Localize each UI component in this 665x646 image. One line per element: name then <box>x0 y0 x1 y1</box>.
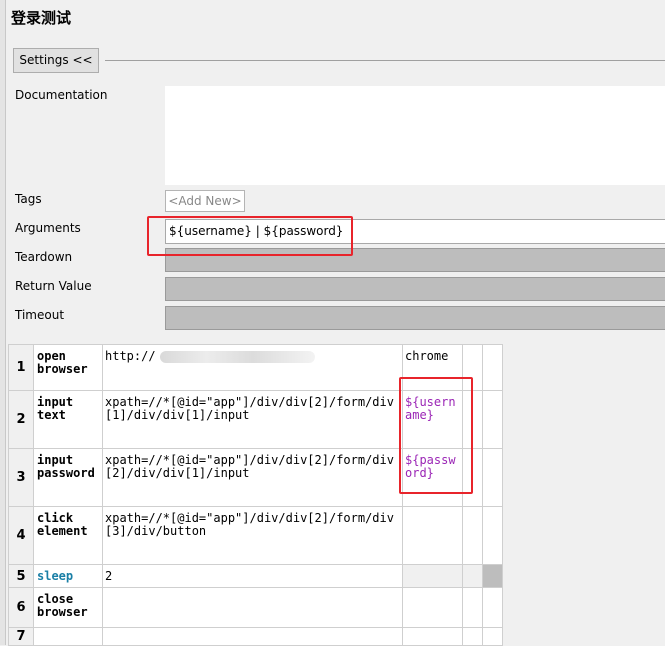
empty-cell[interactable] <box>482 448 503 507</box>
argument-cell[interactable] <box>402 587 463 628</box>
empty-cell[interactable] <box>482 506 503 565</box>
timeout-field[interactable] <box>165 306 665 330</box>
redacted-url <box>159 350 315 363</box>
argument-cell[interactable] <box>102 587 403 628</box>
keyword-cell[interactable]: input password <box>33 448 103 507</box>
page-title: 登录测试 <box>11 9 72 27</box>
keyword-cell[interactable]: click element <box>33 506 103 565</box>
argument-cell[interactable] <box>102 627 403 646</box>
empty-cell[interactable] <box>482 390 503 449</box>
settings-toggle-button[interactable]: Settings << <box>13 48 99 73</box>
argument-cell[interactable] <box>402 627 463 646</box>
return-value-label: Return Value <box>15 279 92 293</box>
teardown-field[interactable] <box>165 248 665 272</box>
empty-cell[interactable] <box>462 344 483 391</box>
argument-cell[interactable]: xpath=//*[@id="app"]/div/div[2]/form/div… <box>102 390 403 449</box>
argument-cell[interactable]: chrome <box>402 344 463 391</box>
settings-divider <box>105 60 665 61</box>
keyword-cell[interactable]: close browser <box>33 587 103 628</box>
table-row: 5 sleep 2 <box>8 564 503 588</box>
table-row: 7 <box>8 627 503 646</box>
url-text: http:// <box>105 349 156 363</box>
row-number[interactable]: 3 <box>8 448 34 507</box>
row-number[interactable]: 7 <box>8 627 34 646</box>
arguments-label: Arguments <box>15 221 81 235</box>
empty-cell[interactable] <box>482 564 503 588</box>
argument-cell[interactable]: xpath=//*[@id="app"]/div/div[2]/form/div… <box>102 506 403 565</box>
tags-label: Tags <box>15 192 42 206</box>
empty-cell[interactable] <box>482 587 503 628</box>
table-row: 3 input password xpath=//*[@id="app"]/di… <box>8 448 503 507</box>
row-number[interactable]: 1 <box>8 344 34 391</box>
table-row: 2 input text xpath=//*[@id="app"]/div/di… <box>8 390 503 449</box>
keyword-cell[interactable]: open browser <box>33 344 103 391</box>
keyword-cell[interactable] <box>33 627 103 646</box>
empty-cell[interactable] <box>482 627 503 646</box>
empty-cell[interactable] <box>462 390 483 449</box>
row-number[interactable]: 5 <box>8 564 34 588</box>
documentation-label: Documentation <box>15 88 108 102</box>
variable-cell[interactable]: ${password} <box>402 448 463 507</box>
argument-cell[interactable] <box>402 564 463 588</box>
empty-cell[interactable] <box>462 506 483 565</box>
steps-table: 1 open browser http:// chrome 2 input te… <box>8 344 503 646</box>
table-row: 4 click element xpath=//*[@id="app"]/div… <box>8 506 503 565</box>
row-number[interactable]: 6 <box>8 587 34 628</box>
variable-cell[interactable]: ${username} <box>402 390 463 449</box>
empty-cell[interactable] <box>462 627 483 646</box>
argument-cell[interactable]: 2 <box>102 564 403 588</box>
empty-cell[interactable] <box>462 587 483 628</box>
empty-cell[interactable] <box>462 448 483 507</box>
add-tag-button[interactable]: <Add New> <box>165 190 245 212</box>
table-row: 1 open browser http:// chrome <box>8 344 503 391</box>
table-row: 6 close browser <box>8 587 503 628</box>
return-value-field[interactable] <box>165 277 665 301</box>
keyword-cell[interactable]: sleep <box>33 564 103 588</box>
arguments-field[interactable]: ${username} | ${password} <box>165 219 665 244</box>
teardown-label: Teardown <box>15 250 73 264</box>
empty-cell[interactable] <box>462 564 483 588</box>
row-number[interactable]: 4 <box>8 506 34 565</box>
argument-cell[interactable] <box>402 506 463 565</box>
row-number[interactable]: 2 <box>8 390 34 449</box>
timeout-label: Timeout <box>15 308 65 322</box>
keyword-cell[interactable]: input text <box>33 390 103 449</box>
argument-cell[interactable]: http:// <box>102 344 403 391</box>
empty-cell[interactable] <box>482 344 503 391</box>
documentation-field[interactable] <box>165 86 665 185</box>
left-panel-edge <box>0 0 6 645</box>
argument-cell[interactable]: xpath=//*[@id="app"]/div/div[2]/form/div… <box>102 448 403 507</box>
